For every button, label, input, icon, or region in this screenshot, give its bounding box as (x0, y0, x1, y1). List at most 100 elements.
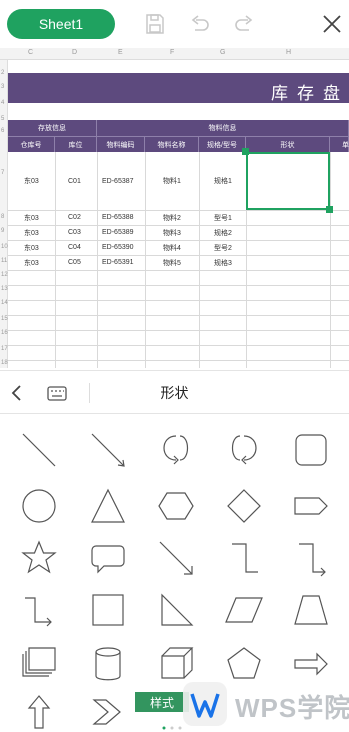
triangle-icon[interactable] (85, 483, 131, 529)
table-cell[interactable]: 东03 (24, 240, 39, 255)
style-badge: 样式 (135, 692, 189, 712)
grid-line (8, 330, 349, 331)
table-cell[interactable]: 东03 (24, 210, 39, 225)
row-label: 15 (1, 316, 8, 322)
square-icon[interactable] (85, 587, 131, 633)
app-root: Sheet1 C D E F G H 2 3 4 5 6 7 8 9 10 11 12 13 14 15 1… (0, 0, 349, 732)
grid-line (8, 360, 349, 361)
sheet-title: 库存盘 (271, 84, 349, 103)
row-label: 5 (1, 116, 5, 122)
top-toolbar: Sheet1 (0, 0, 349, 48)
spreadsheet-grid[interactable]: C D E F G H 2 3 4 5 6 7 8 9 10 11 12 13 14 15 16 17 18 库… (0, 48, 349, 368)
hexagon-icon[interactable] (153, 483, 199, 529)
table-cell[interactable]: 东03 (24, 255, 39, 270)
cylinder-icon[interactable] (85, 641, 131, 687)
table-cell[interactable]: 规格2 (214, 225, 232, 240)
table-cell[interactable]: C05 (68, 255, 81, 270)
row-label: 4 (1, 100, 5, 106)
table-cell[interactable]: 型号2 (214, 240, 232, 255)
circle-icon[interactable] (16, 483, 62, 529)
table-cell[interactable]: 物料5 (163, 255, 181, 270)
table-cell[interactable]: 型号1 (214, 210, 232, 225)
sheet-tab-button[interactable]: Sheet1 (7, 9, 115, 39)
table-cell[interactable]: C01 (68, 152, 81, 210)
table-cell[interactable]: ED-65390 (102, 240, 134, 255)
table-cell[interactable]: 物料1 (163, 152, 181, 210)
table-cell[interactable]: 规格1 (214, 152, 232, 210)
stacked-docs-icon[interactable] (16, 641, 62, 687)
line-icon[interactable] (16, 427, 62, 473)
table-cell[interactable]: C02 (68, 210, 81, 225)
arrow-line-icon[interactable] (85, 427, 131, 473)
column-header-cell: 库位 (55, 136, 97, 152)
column-header-cell: 仓库号 (8, 136, 55, 152)
group-header-storage: 存放信息 (8, 120, 97, 136)
row-header-bar: 2 3 4 5 6 7 8 9 10 11 12 13 14 15 16 17 18 (0, 60, 8, 368)
close-icon[interactable] (320, 12, 344, 36)
trapezoid-icon[interactable] (288, 587, 334, 633)
row-label: 3 (1, 84, 5, 90)
grid-line (55, 152, 56, 368)
wps-watermark: 样式 WPS学院 (135, 678, 349, 732)
row-label: 8 (1, 214, 5, 220)
table-cell[interactable]: C03 (68, 225, 81, 240)
save-icon[interactable] (143, 12, 167, 36)
watermark-text: WPS学院 (235, 693, 349, 723)
selection-handle-top-left[interactable] (242, 148, 249, 155)
grid-line (8, 270, 349, 271)
curved-arrow-left-icon[interactable] (153, 427, 199, 473)
undo-icon[interactable] (188, 12, 212, 36)
table-cell[interactable]: 物料4 (163, 240, 181, 255)
grid-line (330, 152, 331, 368)
grid-line (199, 152, 200, 368)
panel-title: 形状 (160, 385, 189, 401)
column-label: C (28, 49, 34, 56)
selection-handle-bottom-right[interactable] (326, 206, 333, 213)
grid-line (8, 285, 349, 286)
table-cell[interactable]: ED-65388 (102, 210, 134, 225)
redo-icon[interactable] (232, 12, 256, 36)
grid-line (8, 300, 349, 301)
table-cell[interactable]: ED-65391 (102, 255, 134, 270)
parallelogram-icon[interactable] (221, 587, 267, 633)
table-cell[interactable]: 东03 (24, 225, 39, 240)
table-cell[interactable]: 物料2 (163, 210, 181, 225)
star-icon[interactable] (16, 535, 62, 581)
table-cell[interactable]: ED-65387 (102, 152, 134, 210)
row-label: 2 (1, 70, 5, 76)
row-label: 13 (1, 286, 8, 292)
row-label: 6 (1, 128, 5, 134)
column-header-cell: 物料名称 (145, 136, 199, 152)
row-label: 18 (1, 360, 8, 366)
table-cell[interactable]: 规格3 (214, 255, 232, 270)
group-header-material: 物料信息 (97, 120, 349, 136)
grid-line (8, 345, 349, 346)
table-cell[interactable]: ED-65389 (102, 225, 134, 240)
table-cell[interactable]: 物料3 (163, 225, 181, 240)
column-label: G (220, 49, 226, 56)
right-triangle-icon[interactable] (153, 587, 199, 633)
rounded-rect-icon[interactable] (288, 427, 334, 473)
grid-line (97, 152, 98, 368)
selected-cell[interactable] (246, 152, 330, 210)
grid-line (8, 315, 349, 316)
column-label: F (170, 49, 175, 56)
elbow-connector-icon[interactable] (221, 535, 267, 581)
row-label: 16 (1, 330, 8, 336)
diagonal-arrow-icon[interactable] (153, 535, 199, 581)
elbow-arrow-icon[interactable] (288, 535, 334, 581)
wps-logo-icon (183, 682, 227, 726)
page-indicator (162, 726, 182, 730)
shape-panel-header: 形状 (0, 370, 349, 414)
table-cell[interactable]: C04 (68, 240, 81, 255)
chevron-right-icon[interactable] (85, 689, 131, 732)
column-label: E (118, 49, 123, 56)
table-cell[interactable]: 东03 (24, 152, 39, 210)
up-arrow-icon[interactable] (16, 689, 62, 732)
callout-icon[interactable] (85, 535, 131, 581)
column-header-cell: 形状 (246, 136, 330, 152)
pentagon-arrow-icon[interactable] (288, 483, 334, 529)
elbow-arrow-down-icon[interactable] (16, 587, 62, 633)
diamond-icon[interactable] (221, 483, 267, 529)
curved-arrow-right-icon[interactable] (221, 427, 267, 473)
